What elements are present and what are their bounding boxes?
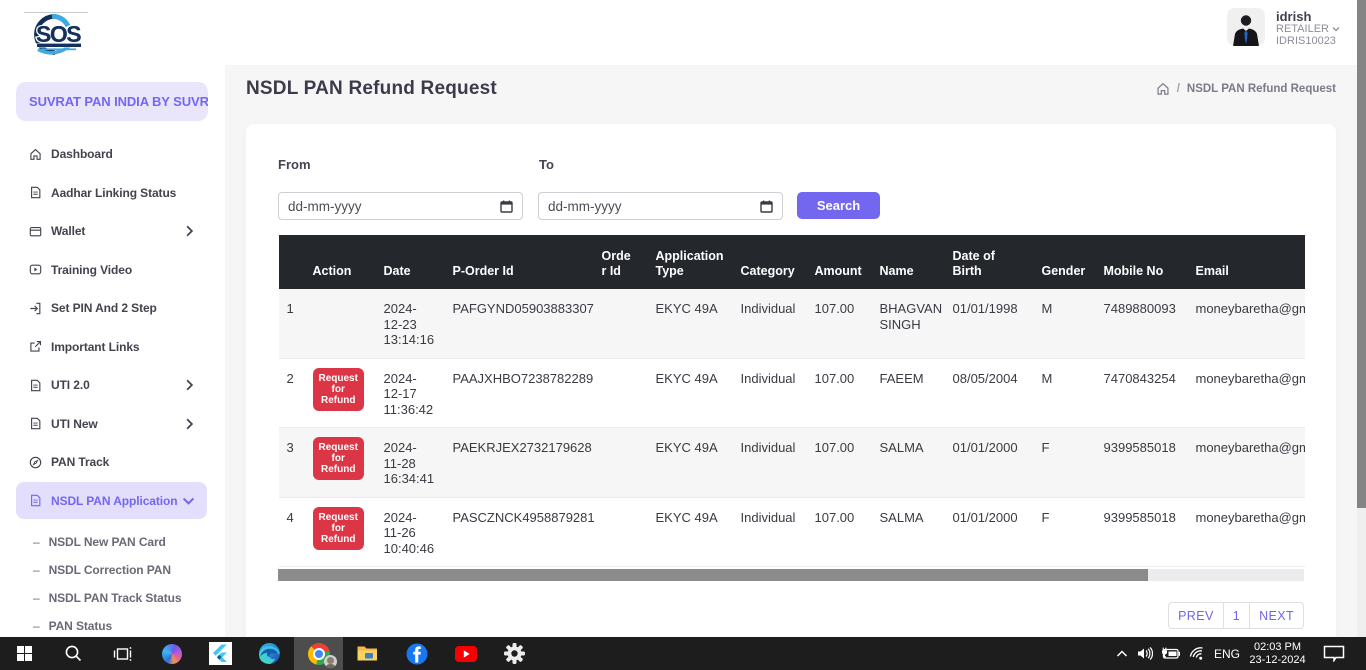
svg-text:SOS: SOS [36, 21, 81, 47]
